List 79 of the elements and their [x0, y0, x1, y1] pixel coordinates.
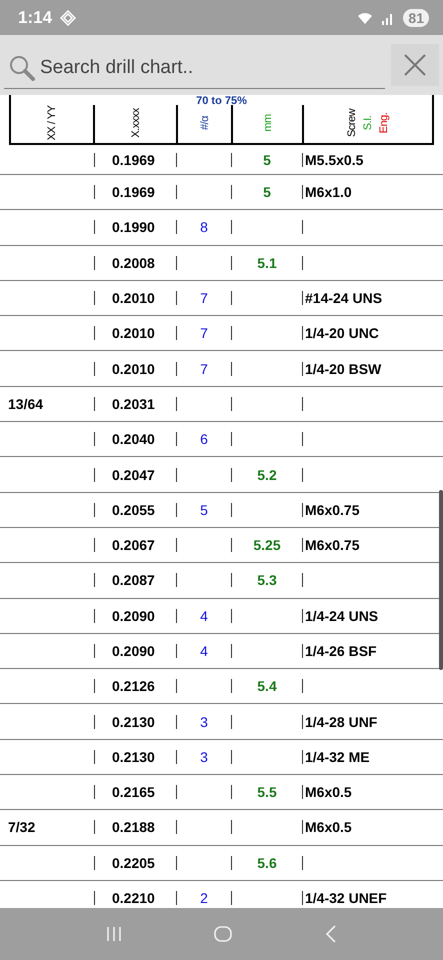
- screw-cell: 1/4-32 ME: [305, 748, 370, 765]
- wifi-icon: [357, 10, 374, 24]
- decimal-cell: 0.2031: [112, 396, 155, 412]
- decimal-cell: 0.2010: [112, 325, 155, 342]
- decimal-cell: 0.2210: [112, 890, 155, 906]
- decimal-cell: 0.2090: [112, 643, 155, 659]
- screw-cell: 1/4-26 BSF: [305, 643, 377, 659]
- decimal-cell: 0.2010: [112, 360, 155, 377]
- gauge-cell: 8: [200, 219, 208, 236]
- gauge-cell: 3: [200, 714, 208, 730]
- screw-cell: M6x0.75: [305, 502, 360, 518]
- close-icon: [404, 54, 426, 76]
- decimal-cell: 0.2130: [112, 748, 155, 765]
- chart-subtitle: 70 to 75%: [195, 95, 248, 107]
- si-label: S.I.: [362, 114, 374, 132]
- gauge-cell: 7: [200, 325, 208, 342]
- screw-cell: 1/4-24 UNS: [305, 608, 378, 624]
- gauge-cell: 4: [200, 608, 208, 624]
- decimal-cell: 0.2130: [112, 714, 155, 730]
- decimal-cell: 0.2165: [112, 784, 155, 800]
- decimal-cell: 0.2055: [112, 502, 155, 518]
- gauge-cell: 5: [200, 502, 208, 518]
- decimal-cell: 0.2090: [112, 608, 155, 624]
- decimal-cell: 0.2010: [112, 290, 155, 306]
- decimal-cell: 0.2126: [112, 678, 155, 694]
- decimal-cell: 0.2047: [112, 466, 155, 483]
- column-header: X.xxxx: [130, 107, 142, 140]
- decimal-cell: 0.1990: [112, 219, 155, 236]
- column-header: XX / YY: [46, 105, 58, 141]
- mm-cell: 5: [263, 184, 271, 200]
- column-header: mm: [262, 113, 274, 134]
- screw-cell: M6x1.0: [305, 184, 352, 200]
- screw-cell: M5.5x0.5: [305, 152, 364, 168]
- screw-cell: #14-24 UNS: [305, 290, 382, 306]
- gauge-cell: 7: [200, 290, 208, 306]
- status-time: 1:14: [18, 8, 52, 28]
- gauge-cell: 6: [200, 431, 208, 448]
- search-field[interactable]: Search drill chart..: [40, 56, 385, 78]
- home-icon[interactable]: [213, 924, 234, 944]
- screw-cell: M6x0.5: [305, 784, 352, 800]
- decimal-cell: 0.2087: [112, 572, 155, 588]
- column-header: #/α: [198, 114, 210, 132]
- back-icon[interactable]: [324, 924, 338, 944]
- screw-cell: 1/4-20 BSW: [305, 360, 382, 377]
- mm-cell: 5.4: [257, 678, 277, 694]
- search-icon: [8, 54, 36, 82]
- mm-cell: 5.5: [257, 784, 277, 800]
- screw-cell: 1/4-32 UNEF: [305, 890, 387, 906]
- mm-cell: 5.6: [257, 854, 277, 871]
- screw-cell: M6x0.5: [305, 819, 352, 836]
- recent-apps-icon[interactable]: [105, 925, 124, 943]
- search-bar[interactable]: Search drill chart..: [0, 35, 443, 95]
- gauge-cell: 7: [200, 360, 208, 377]
- decimal-cell: 0.1969: [112, 152, 155, 168]
- gauge-cell: 4: [200, 643, 208, 659]
- fraction-cell: 7/32: [8, 819, 36, 836]
- decimal-cell: 0.2067: [112, 537, 155, 554]
- mm-cell: 5: [263, 152, 271, 168]
- close-button[interactable]: [391, 44, 439, 86]
- battery-level: 81: [403, 8, 429, 26]
- fraction-cell: 13/64: [8, 396, 44, 412]
- diamond-icon: [60, 10, 76, 26]
- screw-cell: 1/4-28 UNF: [305, 714, 378, 730]
- screw-cell: 1/4-20 UNC: [305, 325, 379, 342]
- decimal-cell: 0.2188: [112, 819, 155, 836]
- gauge-cell: 3: [200, 748, 208, 765]
- mm-cell: 5.1: [257, 254, 277, 271]
- column-header: Screw: [346, 108, 358, 140]
- mm-cell: 5.3: [257, 572, 277, 588]
- eng-label: Eng.: [378, 112, 390, 136]
- gauge-cell: 2: [200, 890, 208, 906]
- decimal-cell: 0.2040: [112, 431, 155, 448]
- mm-cell: 5.25: [253, 537, 281, 554]
- scrollbar[interactable]: [439, 490, 443, 670]
- screw-cell: M6x0.75: [305, 537, 360, 554]
- decimal-cell: 0.2205: [112, 854, 155, 871]
- decimal-cell: 0.2008: [112, 254, 155, 271]
- decimal-cell: 0.1969: [112, 184, 155, 200]
- mm-cell: 5.2: [257, 466, 277, 483]
